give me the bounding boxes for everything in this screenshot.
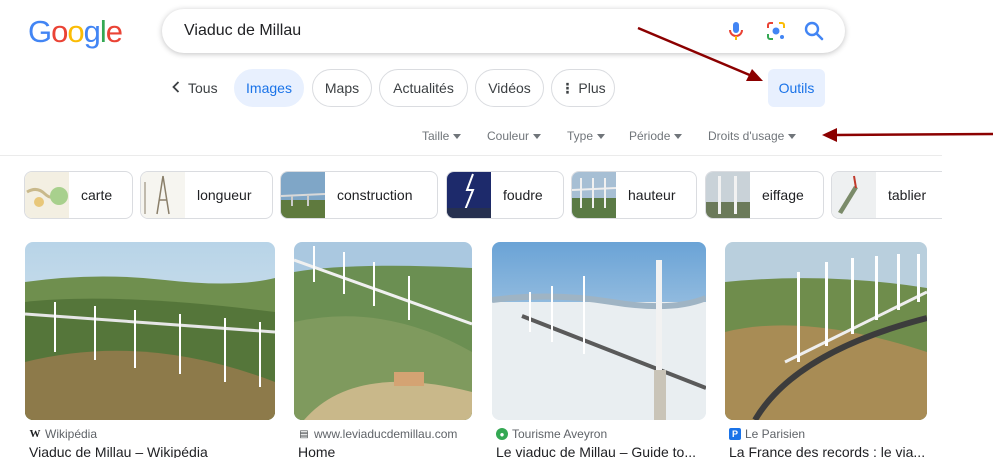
result-image[interactable] [294,242,472,420]
filter-size[interactable]: Taille [422,129,462,143]
search-input[interactable] [184,21,704,41]
tab-maps[interactable]: Maps [312,69,372,107]
related-chip-carte[interactable]: carte [24,171,133,219]
tab-label: Maps [324,80,360,96]
search-icon[interactable] [803,20,825,42]
filter-period[interactable]: Période [629,129,683,143]
caret-down-icon [597,133,606,139]
tourism-icon: ● [496,428,508,440]
tab-news[interactable]: Actualités [379,69,468,107]
tab-label: Images [246,80,292,96]
caret-down-icon [788,133,797,139]
wikipedia-icon: W [29,428,41,440]
filter-type[interactable]: Type [567,129,606,143]
lens-icon[interactable] [765,20,787,42]
tab-videos[interactable]: Vidéos [475,69,544,107]
logo-letter: o [67,14,84,49]
tools-label: Outils [778,80,815,96]
related-chip-label: longueur [197,187,252,203]
related-chip-label: hauteur [628,187,676,203]
construction-thumbnail [281,172,325,218]
related-chip-label: carte [81,187,113,203]
related-chip-label: foudre [503,187,543,203]
chevron-left-icon [172,80,180,96]
filter-label: Type [567,129,594,143]
result-source-label: Wikipédia [45,427,98,441]
result-image[interactable] [492,242,706,420]
tools-button[interactable]: Outils [768,69,825,107]
related-chip-label: construction [337,187,413,203]
filter-label: Période [629,129,671,143]
related-chip-hauteur[interactable]: hauteur [571,171,697,219]
related-chip-eiffage[interactable]: eiffage [705,171,824,219]
arrow-to-usage-rights [822,128,994,142]
result-image[interactable] [725,242,927,420]
result-source-label: Le Parisien [745,427,806,441]
filter-label: Droits d'usage [708,129,785,143]
result-title[interactable]: Le viaduc de Millau – Guide to... [496,444,696,458]
filter-usage-rights[interactable]: Droits d'usage [708,129,797,143]
tab-more[interactable]: ⋮ Plus [551,69,615,107]
caret-down-icon [674,133,683,139]
caret-down-icon [453,133,462,139]
result-title[interactable]: Home [298,444,335,458]
tab-label: Actualités [393,80,454,96]
le-parisien-icon: P [729,428,741,440]
result-title[interactable]: La France des records : le via... [729,444,925,458]
divider [0,155,942,156]
related-chip-tablier[interactable]: tablier [831,171,942,219]
tab-images[interactable]: Images [234,69,304,107]
filter-label: Taille [422,129,450,143]
result-source-label: www.leviaducdemillau.com [314,427,458,441]
related-chip-label: tablier [888,187,927,203]
result-source: ▤ www.leviaducdemillau.com [298,427,457,441]
filter-label: Couleur [487,129,530,143]
tab-label: Vidéos [488,80,531,96]
related-chip-longueur[interactable]: longueur [140,171,273,219]
search-box[interactable] [162,9,845,53]
logo-letter: G [28,14,52,49]
eiffel-tower-thumbnail [141,172,185,218]
related-chip-foudre[interactable]: foudre [446,171,564,219]
result-image[interactable] [25,242,275,420]
result-title[interactable]: Viaduc de Millau – Wikipédia [29,444,208,458]
related-chip-label: eiffage [762,187,804,203]
related-chip-construction[interactable]: construction [280,171,438,219]
caret-down-icon [533,133,542,139]
logo-letter: e [105,14,123,49]
result-source: W Wikipédia [29,427,98,441]
more-vert-icon: ⋮ [560,79,575,96]
logo-letter: g [83,14,101,49]
deck-thumbnail [832,172,876,218]
filter-color[interactable]: Couleur [487,129,542,143]
mic-icon[interactable] [725,20,747,42]
result-source: ● Tourisme Aveyron [496,427,607,441]
lightning-thumbnail [447,172,491,218]
back-to-all-link[interactable]: Tous [172,69,218,107]
tab-label: Plus [578,80,606,96]
google-logo[interactable]: Google [28,14,123,50]
result-source-label: Tourisme Aveyron [512,427,608,441]
logo-letter: o [51,14,68,49]
site-icon: ▤ [299,428,309,440]
tab-all-label: Tous [188,80,218,96]
result-source: P Le Parisien [729,427,805,441]
bridge-height-thumbnail [572,172,616,218]
eiffage-thumbnail [706,172,750,218]
map-thumbnail [25,172,69,218]
